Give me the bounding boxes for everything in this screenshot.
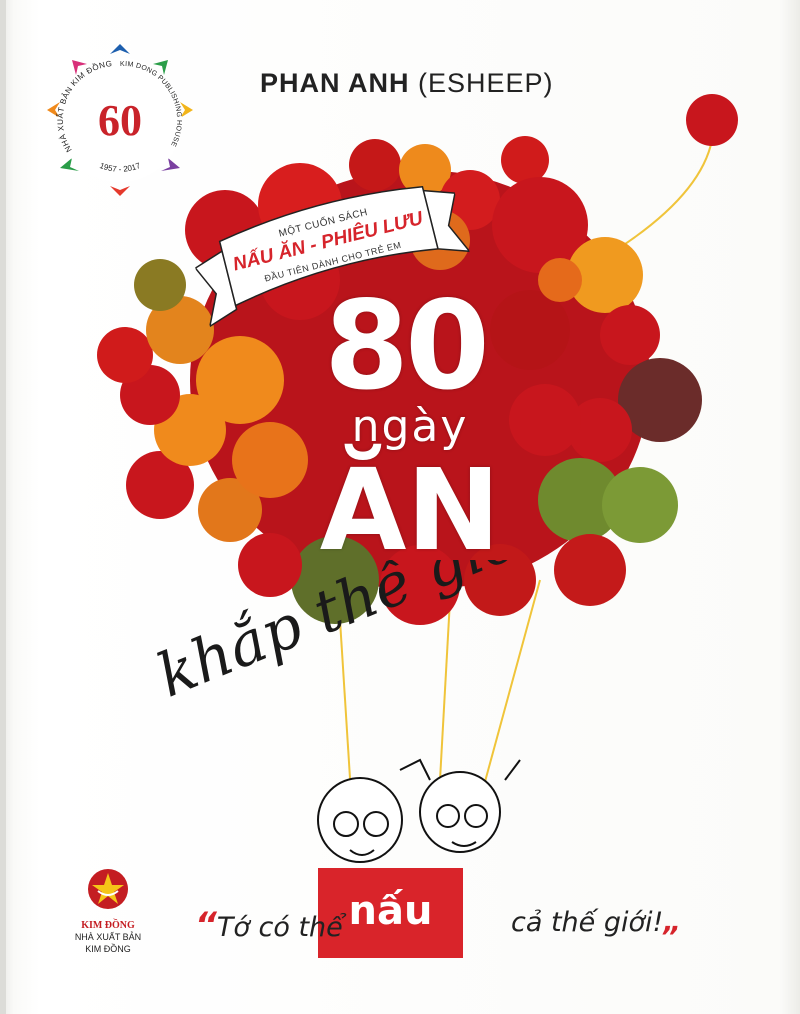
- title-eat: ĂN: [319, 446, 501, 576]
- doodle-kids-illustration: [317, 758, 521, 863]
- title-number: 80: [324, 275, 490, 417]
- script-subtitle: khắp thế giới: [148, 560, 545, 710]
- quote-before: Tớ có thể: [216, 912, 343, 943]
- book-cover: NHÀ XUẤT BẢN KIM ĐỒNG KIM DONG PUBLISHIN…: [0, 0, 800, 1014]
- kim-dong-logo-icon: [88, 869, 128, 909]
- quote-close-mark: „: [663, 905, 682, 938]
- publisher-logo: KIM ĐỒNG NHÀ XUẤT BẢN KIM ĐỒNG: [68, 865, 148, 955]
- quote-first-part: “Tớ có thể: [195, 905, 343, 945]
- publisher-brand: KIM ĐỒNG: [81, 920, 135, 931]
- quote-second-part: cả thế giới!„: [511, 905, 681, 938]
- quote-open-mark: “: [195, 905, 217, 945]
- publisher-line-1: NHÀ XUẤT BẢN: [74, 932, 142, 942]
- script-subtitle-text: khắp thế giới: [148, 560, 545, 710]
- title-days: ngày: [351, 401, 469, 452]
- publisher-line-2: KIM ĐỒNG: [85, 944, 131, 954]
- quote-after: cả thế giới!: [511, 907, 664, 938]
